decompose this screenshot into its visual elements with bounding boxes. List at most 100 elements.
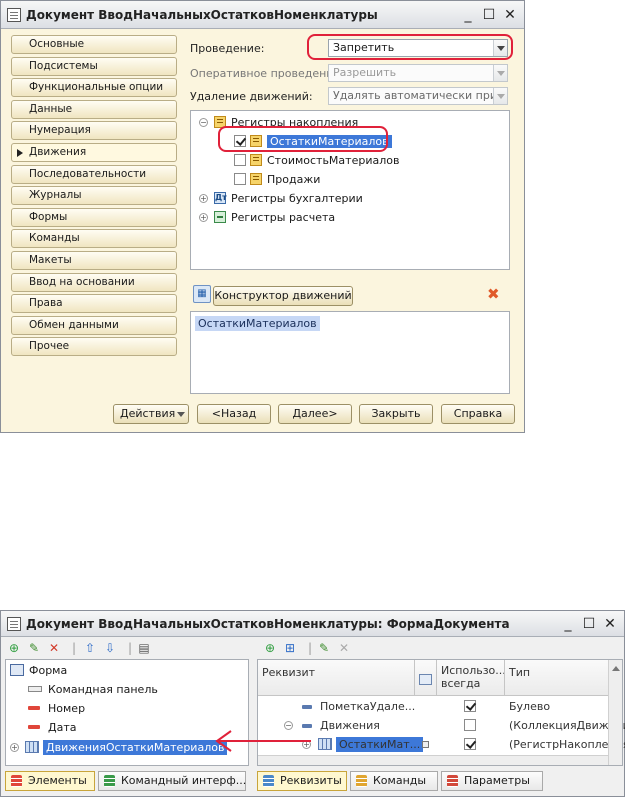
nav-item-7[interactable]: Журналы xyxy=(11,186,177,206)
nav-item-2[interactable]: Функциональные опции xyxy=(11,78,177,98)
expand-icon[interactable]: + xyxy=(199,212,208,222)
next-button[interactable]: Далее> xyxy=(278,404,352,424)
row-2-always-checkbox[interactable] xyxy=(464,738,476,750)
register-checkbox-1[interactable] xyxy=(234,154,246,166)
tab-parameters[interactable]: Параметры xyxy=(441,771,543,791)
row-1-name[interactable]: Движения xyxy=(320,719,380,732)
tree-node-form[interactable]: Форма xyxy=(10,662,67,678)
chevron-down-icon[interactable] xyxy=(493,88,507,104)
close-icon[interactable]: ✕ xyxy=(602,616,618,632)
move-up-icon[interactable]: ⇧ xyxy=(83,641,97,655)
nav-item-11[interactable]: Ввод на основании xyxy=(11,272,177,292)
tree-item-date[interactable]: Дата xyxy=(28,719,76,735)
tab-label: Команды xyxy=(373,774,427,787)
constructor-button[interactable]: Конструктор движений xyxy=(213,286,353,306)
column-attribute[interactable]: Реквизит xyxy=(262,666,315,679)
tree-item-movements-table[interactable]: + ДвиженияОстаткиМатериалов xyxy=(10,739,228,755)
realtime-posting-value: Разрешить xyxy=(333,66,397,79)
nav-item-label: Команды xyxy=(29,232,80,245)
tree-node-calculation[interactable]: + Регистры расчета xyxy=(199,209,335,225)
delete-movements-value: Удалять автоматически при отм xyxy=(333,89,508,102)
tab-command-interface[interactable]: Командный интерф... xyxy=(98,771,246,791)
delete-icon[interactable]: ✖ xyxy=(487,285,500,303)
minimize-icon[interactable]: _ xyxy=(560,616,576,632)
tab-commands[interactable]: Команды xyxy=(350,771,438,791)
vertical-scrollbar[interactable] xyxy=(608,660,622,765)
nav-item-9[interactable]: Команды xyxy=(11,229,177,249)
form-editor-window: Документ ВводНачальныхОстатковНоменклату… xyxy=(0,610,625,797)
maximize-icon[interactable]: ☐ xyxy=(481,7,497,23)
delete-movements-select[interactable]: Удалять автоматически при отм xyxy=(328,87,508,105)
nav-item-3[interactable]: Данные xyxy=(11,99,177,119)
column-divider xyxy=(414,660,415,696)
help-button[interactable]: Справка xyxy=(441,404,515,424)
add-attribute-icon[interactable]: ⊕ xyxy=(263,641,277,655)
nav-item-label: Формы xyxy=(29,210,68,223)
minimize-icon[interactable]: _ xyxy=(460,7,476,23)
register-icon xyxy=(250,173,262,185)
nav-item-6[interactable]: Последовательности xyxy=(11,164,177,184)
expand-icon[interactable]: + xyxy=(10,742,19,752)
nav-item-1[interactable]: Подсистемы xyxy=(11,56,177,76)
register-checkbox-2[interactable] xyxy=(234,173,246,185)
tree-node-label: Регистры бухгалтерии xyxy=(231,191,363,205)
edit-icon[interactable]: ✎ xyxy=(317,641,331,655)
tree-item-2[interactable]: Продажи xyxy=(234,171,320,187)
expand-icon[interactable]: + xyxy=(199,193,208,203)
row-2-name[interactable]: ОстаткиМат... xyxy=(336,737,424,752)
collapse-icon[interactable]: − xyxy=(199,117,208,127)
back-button[interactable]: <Назад xyxy=(197,404,271,424)
table-icon xyxy=(318,738,332,750)
tab-label: Параметры xyxy=(464,774,530,787)
nav-item-4[interactable]: Нумерация xyxy=(11,121,177,141)
form-icon xyxy=(7,616,21,631)
attributes-icon xyxy=(263,775,274,787)
nav-item-13[interactable]: Обмен данными xyxy=(11,315,177,335)
register-properties-window: Документ ВводНачальныхОстатковНоменклату… xyxy=(0,0,525,433)
row-0-always-checkbox[interactable] xyxy=(464,700,476,712)
selected-register-item[interactable]: ОстаткиМатериалов xyxy=(195,316,320,331)
window2-title: Документ ВводНачальныхОстатковНоменклату… xyxy=(26,616,510,631)
nav-item-label: Прочее xyxy=(29,340,70,353)
tab-attributes[interactable]: Реквизиты xyxy=(257,771,347,791)
tree-item-1[interactable]: СтоимостьМатериалов xyxy=(234,152,399,168)
field-icon xyxy=(28,725,40,729)
tree-node-accounting[interactable]: + Дт Регистры бухгалтерии xyxy=(199,190,363,206)
tree-item-number[interactable]: Номер xyxy=(28,700,85,716)
horizontal-scrollbar[interactable] xyxy=(258,755,608,765)
tree-item-command-panel[interactable]: Командная панель xyxy=(28,681,158,697)
delete-icon[interactable]: ✕ xyxy=(47,641,61,655)
nav-item-12[interactable]: Права xyxy=(11,294,177,314)
row-0-name[interactable]: ПометкаУдале... xyxy=(320,700,415,713)
constructor-icon[interactable]: ▦ xyxy=(193,285,211,303)
nav-item-14[interactable]: Прочее xyxy=(11,337,177,357)
close-icon[interactable]: ✕ xyxy=(502,7,518,23)
nav-item-5[interactable]: Движения xyxy=(11,143,177,162)
field-icon xyxy=(28,706,40,710)
row-1-always-checkbox[interactable] xyxy=(464,719,476,731)
nav-item-8[interactable]: Формы xyxy=(11,207,177,227)
window1-title: Документ ВводНачальныхОстатковНоменклату… xyxy=(26,7,378,22)
nav-item-10[interactable]: Макеты xyxy=(11,251,177,270)
scroll-up-icon[interactable] xyxy=(612,666,620,671)
edit-icon[interactable]: ✎ xyxy=(27,641,41,655)
add-icon[interactable]: ⊕ xyxy=(7,641,21,655)
window2-titlebar[interactable]: Документ ВводНачальныхОстатковНоменклату… xyxy=(1,611,624,637)
nav-item-0[interactable]: Основные xyxy=(11,35,177,54)
tab-elements[interactable]: Элементы xyxy=(5,771,95,791)
toolbar-separator: | xyxy=(307,641,313,655)
toolbar-separator: | xyxy=(127,641,133,655)
actions-button[interactable]: Действия xyxy=(113,404,189,424)
column-always-use[interactable]: Использо... всегда xyxy=(441,664,506,690)
maximize-icon[interactable]: ☐ xyxy=(581,616,597,632)
add-attribute-column-icon[interactable]: ⊞ xyxy=(283,641,297,655)
close-button[interactable]: Закрыть xyxy=(359,404,433,424)
tree-item-label: Продажи xyxy=(267,172,321,186)
column-type[interactable]: Тип xyxy=(509,666,530,679)
tree-item-label: Дата xyxy=(48,720,77,734)
nav-item-label: Ввод на основании xyxy=(29,275,135,288)
window1-titlebar[interactable]: Документ ВводНачальныхОстатковНоменклату… xyxy=(1,1,524,29)
form-properties-icon[interactable]: ▤ xyxy=(137,641,151,655)
tab-label: Элементы xyxy=(28,774,87,787)
move-down-icon[interactable]: ⇩ xyxy=(103,641,117,655)
